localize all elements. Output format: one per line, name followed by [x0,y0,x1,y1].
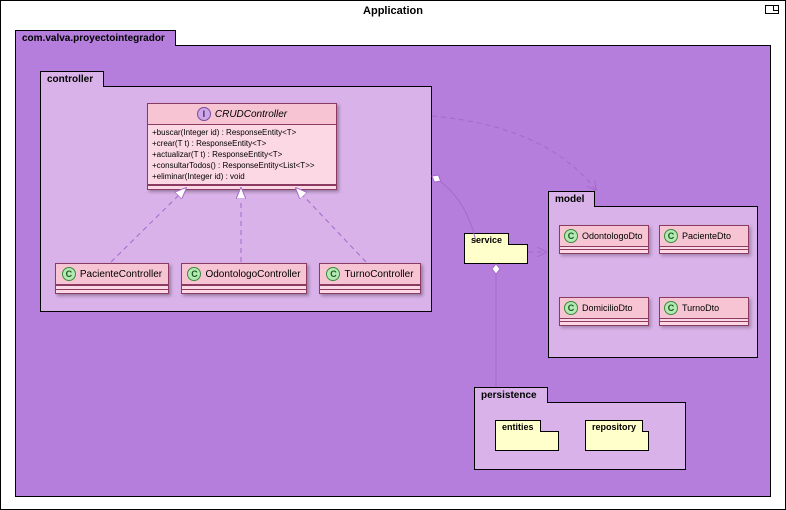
package-service: service [464,244,528,264]
interface-icon: I [197,107,211,121]
class-odontologocontroller: COdontologoController [181,263,307,294]
package-entities: entities [495,431,559,451]
package-persistence-tab: persistence [474,387,548,403]
package-repository-tab: repository [585,420,643,432]
package-root: com.valva.proyectointegrador controller … [15,45,771,497]
class-pacientedto: CPacienteDto [659,225,749,254]
package-entities-tab: entities [495,420,541,432]
interface-name: CRUDController [215,109,287,120]
package-controller: controller I CRUDController +buscar(Inte… [40,86,432,312]
package-service-tab: service [464,233,509,245]
package-repository: repository [585,431,649,451]
class-icon: C [664,229,678,243]
class-icon: C [62,267,76,281]
diagram-title: Application [1,5,785,17]
interface-crudcontroller: I CRUDController +buscar(Integer id) : R… [147,103,337,190]
package-controller-tab: controller [40,71,104,87]
class-turnocontroller: CTurnoController [319,263,421,294]
class-turnodto: CTurnoDto [659,297,749,326]
package-model-tab: model [548,191,595,207]
package-root-tab: com.valva.proyectointegrador [15,30,176,46]
class-icon: C [664,301,678,315]
class-icon: C [187,267,201,281]
class-odontologodto: COdontologoDto [559,225,649,254]
class-icon: C [564,229,578,243]
interface-operations: +buscar(Integer id) : ResponseEntity<T> … [148,125,336,185]
package-persistence: persistence entities repository [474,402,686,470]
diagram-canvas: Application com.valva.proyectointegrador… [0,0,786,510]
class-pacientecontroller: CPacienteController [55,263,169,294]
class-icon: C [326,267,340,281]
frame-icon [765,5,779,14]
class-icon: C [564,301,578,315]
class-domiciliodto: CDomicilioDto [559,297,649,326]
package-model: model COdontologoDto CPacienteDto CDomic… [548,206,758,358]
